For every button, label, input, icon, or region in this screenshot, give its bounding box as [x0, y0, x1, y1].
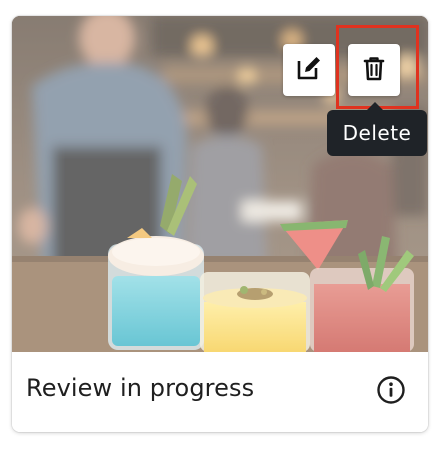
- trash-icon: [359, 53, 389, 87]
- card-footer: Review in progress: [12, 352, 428, 432]
- review-status-text: Review in progress: [26, 374, 255, 402]
- edit-button[interactable]: [283, 44, 335, 96]
- tooltip-label: Delete: [342, 121, 412, 145]
- delete-tooltip: Delete: [327, 110, 427, 156]
- info-icon[interactable]: [376, 375, 406, 405]
- delete-button[interactable]: [348, 44, 400, 96]
- pencil-square-icon: [294, 53, 324, 87]
